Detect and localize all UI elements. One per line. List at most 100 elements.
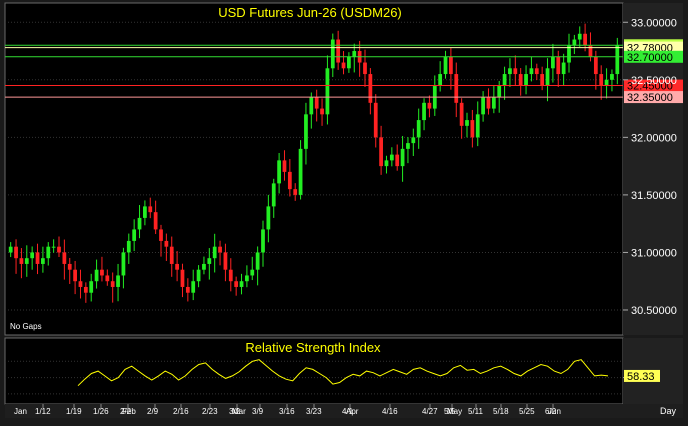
- y-tick-label: 31.50000: [631, 190, 677, 202]
- candle-body: [234, 281, 239, 287]
- candle-body: [271, 183, 276, 207]
- period-label: Day: [660, 406, 677, 416]
- price-line-label: 32.35000: [627, 92, 673, 104]
- candle-body: [298, 148, 303, 195]
- candle-body: [524, 74, 528, 86]
- x-tick-label: 5/18: [493, 407, 509, 416]
- x-tick-label: 3/16: [279, 407, 295, 416]
- x-tick-label: 1/19: [66, 407, 82, 416]
- candle-body: [406, 143, 410, 149]
- candle-body: [427, 102, 432, 109]
- candle-body: [336, 39, 341, 63]
- candle-body: [481, 97, 485, 115]
- candle-body: [615, 45, 620, 75]
- candle-body: [293, 189, 298, 195]
- candle-body: [196, 269, 201, 282]
- candle-body: [347, 56, 351, 69]
- candle-body: [202, 263, 206, 270]
- candle-body: [116, 275, 120, 287]
- candle-body: [287, 171, 292, 190]
- candle-body: [502, 74, 507, 86]
- candle-body: [475, 114, 480, 138]
- candle-body: [266, 206, 271, 230]
- candle-body: [508, 68, 512, 75]
- candle-body: [610, 74, 614, 80]
- candle-body: [212, 246, 217, 259]
- candle-body: [465, 120, 469, 126]
- candle-body: [325, 68, 330, 115]
- candle-body: [422, 102, 426, 121]
- x-month-label: Apr: [346, 407, 359, 416]
- candle-body: [255, 252, 260, 270]
- y-tick-label: 31.00000: [631, 247, 677, 259]
- candle-body: [159, 229, 163, 241]
- candle-body: [330, 39, 335, 69]
- candle-body: [320, 108, 324, 115]
- x-tick-label: 2/16: [173, 407, 189, 416]
- x-tick-label: 5/11: [468, 407, 484, 416]
- candle-body: [94, 269, 99, 282]
- candle-body: [395, 154, 400, 167]
- candle-body: [352, 51, 357, 57]
- candle-body: [459, 102, 464, 126]
- chart-root: USD Futures Jun-26 (USDM26) 32.8000032.7…: [0, 0, 688, 421]
- candle-body: [51, 246, 56, 248]
- candle-body: [67, 263, 72, 270]
- candle-body: [593, 56, 598, 75]
- candle-body: [368, 74, 373, 103]
- x-month-label: Mar: [232, 407, 246, 416]
- x-tick-label: 4/16: [382, 407, 398, 416]
- candle-body: [438, 74, 443, 86]
- candle-body: [89, 281, 94, 293]
- candle-body: [73, 269, 77, 282]
- chart-svg: USD Futures Jun-26 (USDM26) 32.8000032.7…: [4, 2, 683, 418]
- candle-body: [572, 39, 577, 46]
- y-tick-label: 33.00000: [631, 17, 677, 29]
- candle-body: [411, 137, 416, 144]
- candle-body: [540, 74, 545, 86]
- candle-body: [561, 62, 566, 75]
- price-line-label: 32.70000: [627, 52, 673, 64]
- x-month-label: Feb: [122, 407, 136, 416]
- candle-body: [577, 33, 582, 40]
- candle-body: [223, 252, 228, 270]
- candle-body: [314, 97, 319, 109]
- candle-body: [470, 120, 475, 138]
- no-gaps-note: No Gaps: [10, 322, 42, 331]
- candle-body: [551, 56, 555, 69]
- candle-body: [309, 97, 314, 115]
- candle-body: [497, 85, 502, 98]
- candle-body: [454, 74, 459, 103]
- candle-body: [24, 258, 29, 264]
- candle-body: [57, 246, 61, 253]
- candle-body: [443, 56, 448, 75]
- candle-body: [363, 62, 367, 75]
- y-tick-label: 32.00000: [631, 132, 677, 144]
- x-month-label: Jan: [14, 407, 27, 416]
- candle-body: [588, 45, 593, 57]
- y-tick-label: 32.50000: [631, 75, 677, 87]
- candle-body: [100, 269, 104, 276]
- candle-body: [207, 258, 212, 264]
- candle-body: [121, 252, 126, 276]
- candle-body: [46, 246, 51, 259]
- candle-body: [164, 240, 169, 247]
- candle-body: [105, 275, 110, 282]
- candle-body: [389, 154, 394, 161]
- x-month-label: May: [447, 407, 462, 416]
- candle-body: [169, 246, 174, 264]
- candle-body: [518, 74, 523, 86]
- x-tick-label: 2/23: [202, 407, 218, 416]
- candle-body: [277, 160, 281, 184]
- candle-body: [228, 269, 233, 282]
- candle-body: [137, 217, 142, 230]
- candle-body: [175, 263, 179, 270]
- candle-body: [8, 246, 13, 253]
- x-tick-label: 1/26: [93, 407, 109, 416]
- candle-body: [78, 281, 83, 287]
- candle-body: [245, 275, 249, 282]
- x-tick-label: 3/23: [306, 407, 322, 416]
- candle-body: [449, 56, 453, 75]
- candle-body: [534, 68, 539, 75]
- rsi-axis-labels: 5058.33: [623, 369, 660, 385]
